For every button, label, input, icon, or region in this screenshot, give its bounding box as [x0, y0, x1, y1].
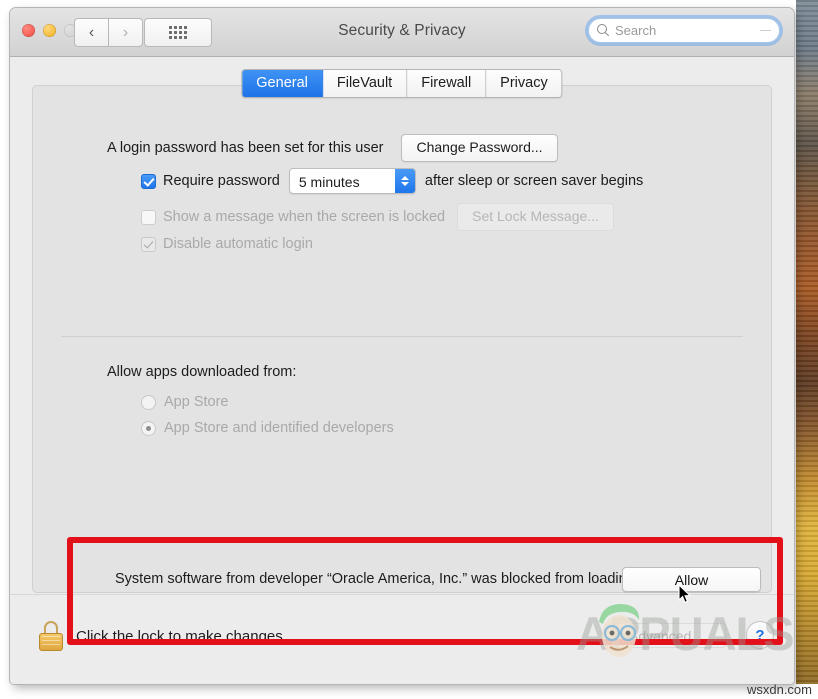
show-message-row: Show a message when the screen is locked… — [141, 203, 614, 231]
tab-filevault[interactable]: FileVault — [322, 70, 408, 97]
change-password-button[interactable]: Change Password... — [401, 134, 558, 162]
padlock-closed-icon[interactable] — [38, 621, 64, 651]
desktop-wallpaper — [796, 0, 818, 684]
tab-privacy[interactable]: Privacy — [486, 70, 562, 97]
disable-auto-login-row: Disable automatic login — [141, 236, 313, 252]
radio-identified-developers-label: App Store and identified developers — [164, 420, 394, 436]
show-lock-message-label: Show a message when the screen is locked — [163, 209, 446, 225]
allow-apps-option-appstore[interactable]: App Store — [141, 394, 229, 410]
show-lock-message-checkbox[interactable] — [141, 209, 156, 225]
search-clear-icon[interactable] — [760, 30, 771, 31]
section-divider — [61, 336, 743, 337]
login-password-text: A login password has been set for this u… — [107, 140, 384, 156]
search-input[interactable]: Search — [615, 23, 760, 38]
disable-auto-login-checkbox[interactable] — [141, 236, 156, 252]
require-password-label: Require password — [163, 173, 280, 189]
require-password-delay-select[interactable]: 5 minutes — [288, 168, 416, 194]
allow-apps-heading: Allow apps downloaded from: — [107, 364, 297, 380]
window-body: General FileVault Firewall Privacy A log… — [10, 57, 794, 684]
radio-app-store-and-identified-developers[interactable] — [141, 420, 156, 436]
blocked-software-message: System software from developer “Oracle A… — [115, 571, 639, 587]
radio-app-store[interactable] — [141, 394, 156, 410]
radio-app-store-label: App Store — [164, 394, 229, 410]
search-icon — [597, 24, 610, 37]
screen-root: ‹ › Security & Privacy Search General Fi… — [0, 0, 818, 699]
security-privacy-window: ‹ › Security & Privacy Search General Fi… — [10, 8, 794, 684]
set-lock-message-button[interactable]: Set Lock Message... — [457, 203, 614, 231]
require-password-row: Require password 5 minutes after sleep o… — [141, 168, 643, 194]
tab-firewall[interactable]: Firewall — [407, 70, 487, 97]
tab-general[interactable]: General — [242, 70, 323, 97]
require-password-suffix: after sleep or screen saver begins — [424, 173, 644, 189]
require-password-delay-value: 5 minutes — [298, 174, 360, 190]
source-site-text: wsxdn.com — [746, 682, 812, 697]
general-settings-panel: A login password has been set for this u… — [32, 85, 772, 593]
disable-auto-login-label: Disable automatic login — [163, 236, 313, 252]
allow-apps-option-identified[interactable]: App Store and identified developers — [141, 420, 394, 436]
allow-apps-heading-row: Allow apps downloaded from: — [107, 364, 296, 380]
window-titlebar: ‹ › Security & Privacy Search — [10, 8, 794, 57]
search-field[interactable]: Search — [588, 18, 780, 43]
mouse-cursor-icon — [678, 584, 692, 604]
require-password-checkbox[interactable] — [141, 173, 156, 189]
stepper-icon[interactable] — [394, 169, 415, 193]
tab-bar: General FileVault Firewall Privacy — [241, 69, 563, 98]
login-password-row: A login password has been set for this u… — [107, 134, 558, 162]
